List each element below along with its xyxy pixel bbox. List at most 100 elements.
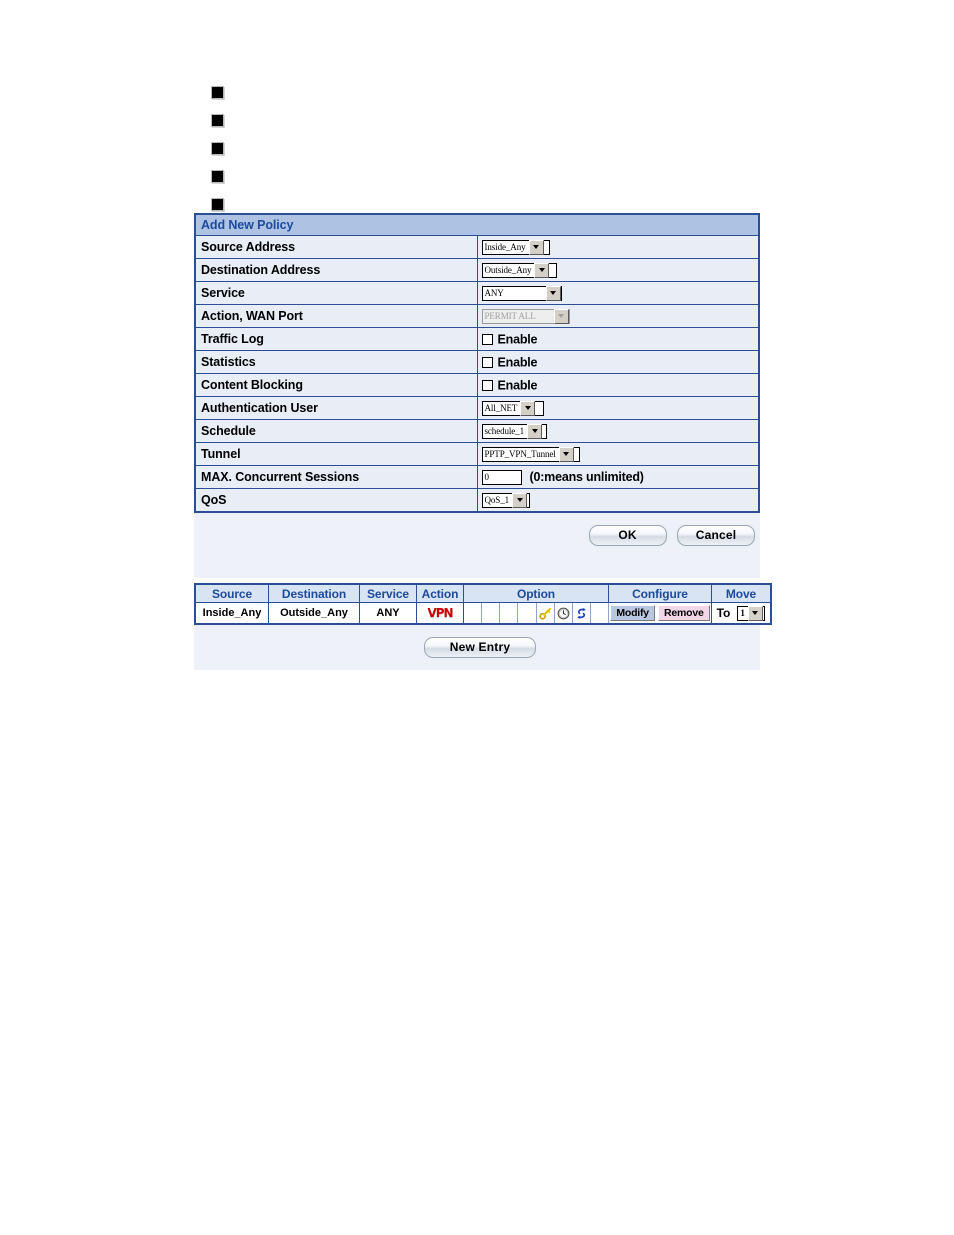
column-header-service: Service xyxy=(359,583,417,603)
policy-list-table: Source Destination Service Action Option… xyxy=(194,583,772,625)
form-row-authentication-user: Authentication User All_NET xyxy=(194,396,760,420)
source-address-cell: Inside_Any xyxy=(476,235,760,259)
max-concurrent-sessions-input[interactable]: 0 xyxy=(481,469,522,485)
traffic-log-enable-label: Enable xyxy=(497,332,538,347)
max-concurrent-sessions-label: MAX. Concurrent Sessions xyxy=(194,465,478,489)
traffic-log-cell: Enable xyxy=(476,327,760,351)
bullet-list xyxy=(211,78,224,218)
cell-move: To 1 xyxy=(711,602,772,625)
column-header-option: Option xyxy=(463,583,609,603)
column-header-action: Action xyxy=(416,583,464,603)
chevron-down-icon[interactable] xyxy=(528,239,544,255)
modify-button[interactable]: Modify xyxy=(610,605,655,621)
chevron-down-icon[interactable] xyxy=(747,605,763,621)
traffic-log-label: Traffic Log xyxy=(194,327,478,351)
list-item xyxy=(211,78,224,106)
chevron-down-icon[interactable] xyxy=(545,285,561,301)
authentication-user-label: Authentication User xyxy=(194,396,478,420)
form-row-destination-address: Destination Address Outside_Any xyxy=(194,258,760,282)
authentication-user-select[interactable]: All_NET xyxy=(481,400,544,416)
chevron-down-icon[interactable] xyxy=(520,400,536,416)
qos-label: QoS xyxy=(194,488,478,513)
option-slot-1 xyxy=(462,602,483,625)
panel-title: Add New Policy xyxy=(194,213,760,236)
chevron-down-icon[interactable] xyxy=(534,262,550,278)
panel-title-bar: Add New Policy xyxy=(194,213,760,236)
form-row-traffic-log: Traffic Log Enable xyxy=(194,327,760,351)
authentication-user-cell: All_NET xyxy=(476,396,760,420)
chevron-down-icon[interactable] xyxy=(558,446,574,462)
option-slot-7 xyxy=(571,602,591,625)
max-concurrent-sessions-cell: 0 (0:means unlimited) xyxy=(476,465,760,489)
max-concurrent-sessions-hint: (0:means unlimited) xyxy=(529,470,644,485)
content-blocking-cell: Enable xyxy=(476,373,760,397)
action-wan-port-label: Action, WAN Port xyxy=(194,304,478,328)
service-cell: ANY xyxy=(476,281,760,305)
destination-address-select[interactable]: Outside_Any xyxy=(481,262,557,278)
qos-select[interactable]: QoS_1 xyxy=(481,492,530,508)
form-row-qos: QoS QoS_1 xyxy=(194,488,760,513)
schedule-cell: schedule_1 xyxy=(476,419,760,443)
square-bullet-icon xyxy=(211,141,224,155)
table-header-row: Source Destination Service Action Option… xyxy=(194,583,772,603)
remove-button[interactable]: Remove xyxy=(658,605,710,621)
destination-address-label: Destination Address xyxy=(194,258,478,282)
cell-configure: Modify Remove xyxy=(608,602,712,625)
form-row-source-address: Source Address Inside_Any xyxy=(194,235,760,259)
move-to-label: To xyxy=(716,606,731,620)
clock-icon xyxy=(557,607,570,619)
content-blocking-label: Content Blocking xyxy=(194,373,478,397)
option-slot-2 xyxy=(481,602,501,625)
ok-button[interactable]: OK xyxy=(588,525,667,546)
form-row-schedule: Schedule schedule_1 xyxy=(194,419,760,443)
option-slot-4 xyxy=(517,602,537,625)
statistics-cell: Enable xyxy=(476,350,760,374)
source-address-select[interactable]: Inside_Any xyxy=(481,239,550,255)
option-slot-6 xyxy=(553,602,573,625)
list-item xyxy=(211,106,224,134)
column-header-source: Source xyxy=(194,583,269,603)
tunnel-cell: PPTP_VPN_Tunnel xyxy=(476,442,760,466)
cell-source: Inside_Any xyxy=(194,602,269,625)
cancel-button[interactable]: Cancel xyxy=(677,525,755,546)
tunnel-label: Tunnel xyxy=(194,442,478,466)
policy-list-panel: Source Destination Service Action Option… xyxy=(194,583,772,670)
content-blocking-checkbox[interactable] xyxy=(481,379,493,391)
column-header-configure: Configure xyxy=(608,583,712,603)
tunnel-select[interactable]: PPTP_VPN_Tunnel xyxy=(481,446,580,462)
new-entry-button[interactable]: New Entry xyxy=(424,637,536,658)
form-row-tunnel: Tunnel PPTP_VPN_Tunnel xyxy=(194,442,760,466)
square-bullet-icon xyxy=(211,169,224,183)
qos-icon xyxy=(577,607,586,619)
list-item xyxy=(211,162,224,190)
table-row: Inside_Any Outside_Any ANY VPN Modify Re… xyxy=(194,602,772,625)
service-select[interactable]: ANY xyxy=(481,285,562,301)
statistics-label: Statistics xyxy=(194,350,478,374)
chevron-down-icon[interactable] xyxy=(527,423,542,439)
form-row-service: Service ANY xyxy=(194,281,760,305)
traffic-log-checkbox[interactable] xyxy=(481,333,493,345)
chevron-down-icon xyxy=(553,308,569,324)
form-row-statistics: Statistics Enable xyxy=(194,350,760,374)
cell-service: ANY xyxy=(359,602,417,625)
cell-action: VPN xyxy=(416,602,464,625)
qos-cell: QoS_1 xyxy=(476,488,760,513)
chevron-down-icon[interactable] xyxy=(512,492,528,508)
cell-destination: Outside_Any xyxy=(268,602,360,625)
column-header-move: Move xyxy=(711,583,772,603)
list-actions: New Entry xyxy=(194,625,760,658)
policy-form-table: Add New Policy Source Address Inside_Any… xyxy=(194,213,760,513)
square-bullet-icon xyxy=(211,113,224,127)
option-slot-5 xyxy=(535,602,555,625)
move-position-select[interactable]: 1 xyxy=(737,605,766,621)
service-label: Service xyxy=(194,281,478,305)
form-row-action-wan-port: Action, WAN Port PERMIT ALL xyxy=(194,304,760,328)
option-slot-8 xyxy=(589,602,610,625)
list-item xyxy=(211,134,224,162)
action-wan-port-cell: PERMIT ALL xyxy=(476,304,760,328)
square-bullet-icon xyxy=(211,85,224,99)
square-bullet-icon xyxy=(211,197,224,211)
statistics-checkbox[interactable] xyxy=(481,356,493,368)
schedule-select[interactable]: schedule_1 xyxy=(481,423,547,439)
option-slot-3 xyxy=(499,602,519,625)
